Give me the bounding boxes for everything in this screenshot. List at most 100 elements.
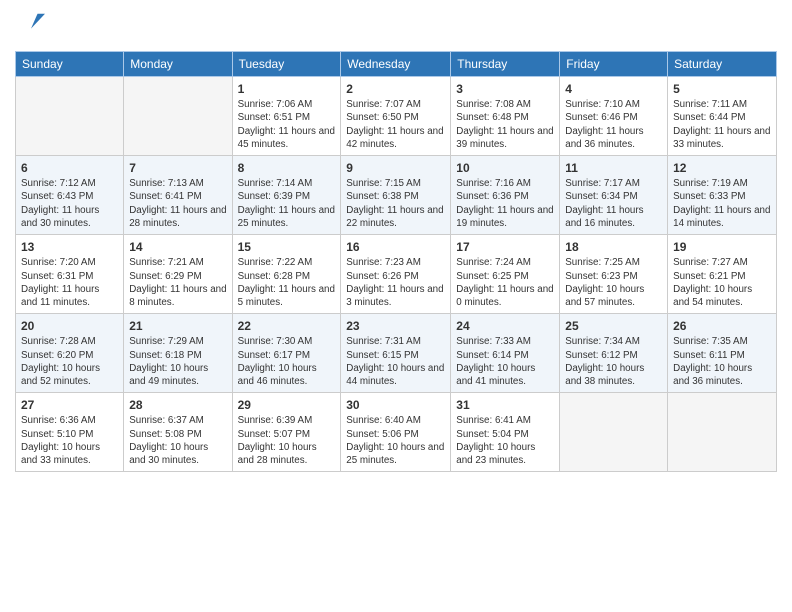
day-cell: 13Sunrise: 7:20 AMSunset: 6:31 PMDayligh… <box>16 235 124 314</box>
day-cell: 18Sunrise: 7:25 AMSunset: 6:23 PMDayligh… <box>560 235 668 314</box>
day-number: 6 <box>21 160 118 176</box>
day-cell: 5Sunrise: 7:11 AMSunset: 6:44 PMDaylight… <box>668 77 777 156</box>
day-cell: 6Sunrise: 7:12 AMSunset: 6:43 PMDaylight… <box>16 156 124 235</box>
weekday-wednesday: Wednesday <box>341 52 451 77</box>
day-number: 20 <box>21 318 118 334</box>
day-cell: 23Sunrise: 7:31 AMSunset: 6:15 PMDayligh… <box>341 314 451 393</box>
day-number: 27 <box>21 397 118 413</box>
day-info: Sunrise: 7:08 AMSunset: 6:48 PMDaylight:… <box>456 98 554 151</box>
day-info: Sunrise: 7:06 AMSunset: 6:51 PMDaylight:… <box>238 98 336 151</box>
day-info: Sunrise: 7:22 AMSunset: 6:28 PMDaylight:… <box>238 256 336 309</box>
day-cell <box>668 393 777 472</box>
day-cell: 22Sunrise: 7:30 AMSunset: 6:17 PMDayligh… <box>232 314 341 393</box>
day-number: 17 <box>456 239 554 255</box>
day-number: 2 <box>346 81 445 97</box>
day-cell: 20Sunrise: 7:28 AMSunset: 6:20 PMDayligh… <box>16 314 124 393</box>
day-number: 13 <box>21 239 118 255</box>
day-number: 15 <box>238 239 336 255</box>
day-cell: 2Sunrise: 7:07 AMSunset: 6:50 PMDaylight… <box>341 77 451 156</box>
day-number: 16 <box>346 239 445 255</box>
day-cell: 25Sunrise: 7:34 AMSunset: 6:12 PMDayligh… <box>560 314 668 393</box>
day-info: Sunrise: 7:31 AMSunset: 6:15 PMDaylight:… <box>346 335 445 388</box>
day-cell: 21Sunrise: 7:29 AMSunset: 6:18 PMDayligh… <box>124 314 232 393</box>
day-cell <box>560 393 668 472</box>
day-info: Sunrise: 6:41 AMSunset: 5:04 PMDaylight:… <box>456 414 554 467</box>
day-info: Sunrise: 7:11 AMSunset: 6:44 PMDaylight:… <box>673 98 771 151</box>
week-row-1: 1Sunrise: 7:06 AMSunset: 6:51 PMDaylight… <box>16 77 777 156</box>
day-cell <box>124 77 232 156</box>
day-info: Sunrise: 7:10 AMSunset: 6:46 PMDaylight:… <box>565 98 662 151</box>
day-cell: 26Sunrise: 7:35 AMSunset: 6:11 PMDayligh… <box>668 314 777 393</box>
day-info: Sunrise: 7:28 AMSunset: 6:20 PMDaylight:… <box>21 335 118 388</box>
day-info: Sunrise: 7:24 AMSunset: 6:25 PMDaylight:… <box>456 256 554 309</box>
weekday-saturday: Saturday <box>668 52 777 77</box>
day-number: 1 <box>238 81 336 97</box>
day-info: Sunrise: 7:25 AMSunset: 6:23 PMDaylight:… <box>565 256 662 309</box>
week-row-2: 6Sunrise: 7:12 AMSunset: 6:43 PMDaylight… <box>16 156 777 235</box>
day-number: 3 <box>456 81 554 97</box>
day-info: Sunrise: 7:21 AMSunset: 6:29 PMDaylight:… <box>129 256 226 309</box>
day-info: Sunrise: 7:34 AMSunset: 6:12 PMDaylight:… <box>565 335 662 388</box>
calendar-table: SundayMondayTuesdayWednesdayThursdayFrid… <box>15 51 777 472</box>
day-cell: 12Sunrise: 7:19 AMSunset: 6:33 PMDayligh… <box>668 156 777 235</box>
day-cell: 10Sunrise: 7:16 AMSunset: 6:36 PMDayligh… <box>451 156 560 235</box>
day-cell: 27Sunrise: 6:36 AMSunset: 5:10 PMDayligh… <box>16 393 124 472</box>
day-info: Sunrise: 7:33 AMSunset: 6:14 PMDaylight:… <box>456 335 554 388</box>
week-row-5: 27Sunrise: 6:36 AMSunset: 5:10 PMDayligh… <box>16 393 777 472</box>
day-number: 4 <box>565 81 662 97</box>
day-number: 30 <box>346 397 445 413</box>
weekday-monday: Monday <box>124 52 232 77</box>
day-info: Sunrise: 6:40 AMSunset: 5:06 PMDaylight:… <box>346 414 445 467</box>
day-info: Sunrise: 6:37 AMSunset: 5:08 PMDaylight:… <box>129 414 226 467</box>
day-number: 14 <box>129 239 226 255</box>
day-number: 10 <box>456 160 554 176</box>
day-number: 23 <box>346 318 445 334</box>
day-info: Sunrise: 7:15 AMSunset: 6:38 PMDaylight:… <box>346 177 445 230</box>
header <box>15 10 777 43</box>
weekday-header-row: SundayMondayTuesdayWednesdayThursdayFrid… <box>16 52 777 77</box>
day-number: 31 <box>456 397 554 413</box>
day-number: 7 <box>129 160 226 176</box>
day-info: Sunrise: 7:19 AMSunset: 6:33 PMDaylight:… <box>673 177 771 230</box>
day-number: 9 <box>346 160 445 176</box>
day-info: Sunrise: 7:29 AMSunset: 6:18 PMDaylight:… <box>129 335 226 388</box>
day-cell: 30Sunrise: 6:40 AMSunset: 5:06 PMDayligh… <box>341 393 451 472</box>
weekday-friday: Friday <box>560 52 668 77</box>
weekday-tuesday: Tuesday <box>232 52 341 77</box>
week-row-4: 20Sunrise: 7:28 AMSunset: 6:20 PMDayligh… <box>16 314 777 393</box>
day-number: 8 <box>238 160 336 176</box>
day-info: Sunrise: 7:17 AMSunset: 6:34 PMDaylight:… <box>565 177 662 230</box>
day-cell: 4Sunrise: 7:10 AMSunset: 6:46 PMDaylight… <box>560 77 668 156</box>
day-number: 22 <box>238 318 336 334</box>
day-number: 24 <box>456 318 554 334</box>
day-info: Sunrise: 7:27 AMSunset: 6:21 PMDaylight:… <box>673 256 771 309</box>
day-cell: 19Sunrise: 7:27 AMSunset: 6:21 PMDayligh… <box>668 235 777 314</box>
day-cell: 8Sunrise: 7:14 AMSunset: 6:39 PMDaylight… <box>232 156 341 235</box>
day-info: Sunrise: 7:07 AMSunset: 6:50 PMDaylight:… <box>346 98 445 151</box>
day-info: Sunrise: 7:13 AMSunset: 6:41 PMDaylight:… <box>129 177 226 230</box>
day-number: 18 <box>565 239 662 255</box>
day-cell: 7Sunrise: 7:13 AMSunset: 6:41 PMDaylight… <box>124 156 232 235</box>
day-cell: 11Sunrise: 7:17 AMSunset: 6:34 PMDayligh… <box>560 156 668 235</box>
day-number: 12 <box>673 160 771 176</box>
week-row-3: 13Sunrise: 7:20 AMSunset: 6:31 PMDayligh… <box>16 235 777 314</box>
page: SundayMondayTuesdayWednesdayThursdayFrid… <box>0 0 792 482</box>
day-number: 19 <box>673 239 771 255</box>
day-number: 28 <box>129 397 226 413</box>
day-info: Sunrise: 7:16 AMSunset: 6:36 PMDaylight:… <box>456 177 554 230</box>
day-cell: 16Sunrise: 7:23 AMSunset: 6:26 PMDayligh… <box>341 235 451 314</box>
day-number: 25 <box>565 318 662 334</box>
day-number: 29 <box>238 397 336 413</box>
day-cell: 28Sunrise: 6:37 AMSunset: 5:08 PMDayligh… <box>124 393 232 472</box>
day-cell <box>16 77 124 156</box>
day-info: Sunrise: 6:39 AMSunset: 5:07 PMDaylight:… <box>238 414 336 467</box>
logo <box>15 10 35 43</box>
weekday-thursday: Thursday <box>451 52 560 77</box>
weekday-sunday: Sunday <box>16 52 124 77</box>
day-info: Sunrise: 7:20 AMSunset: 6:31 PMDaylight:… <box>21 256 118 309</box>
logo-icon <box>17 10 45 38</box>
day-number: 21 <box>129 318 226 334</box>
day-info: Sunrise: 6:36 AMSunset: 5:10 PMDaylight:… <box>21 414 118 467</box>
day-cell: 15Sunrise: 7:22 AMSunset: 6:28 PMDayligh… <box>232 235 341 314</box>
day-cell: 31Sunrise: 6:41 AMSunset: 5:04 PMDayligh… <box>451 393 560 472</box>
